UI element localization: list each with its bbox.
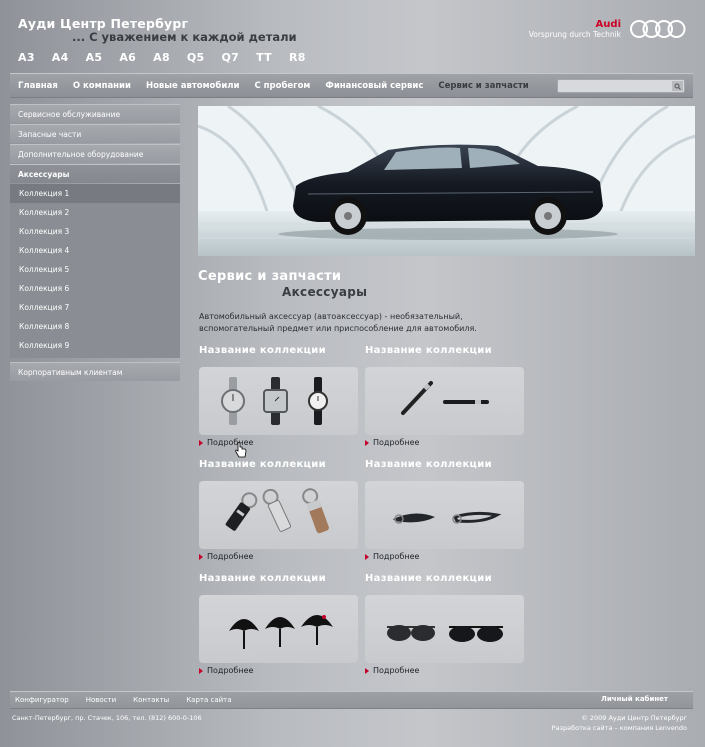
developer-credit[interactable]: Разработка сайта – компания Lenvendo — [552, 723, 687, 733]
lanyards-image — [393, 511, 502, 524]
footer-link-configurator[interactable]: Конфигуратор — [15, 696, 69, 704]
more-link-label: Подробнее — [373, 438, 420, 447]
personal-cabinet-link[interactable]: Личный кабинет — [601, 695, 668, 703]
model-link-r8[interactable]: R8 — [289, 51, 306, 64]
sidebar-item-label: Сервисное обслуживание — [18, 109, 121, 119]
nav-new-cars[interactable]: Новые автомобили — [146, 81, 239, 91]
more-link-label: Подробнее — [207, 552, 254, 561]
collection-card-sunglasses[interactable] — [365, 595, 524, 663]
more-link[interactable]: Подробнее — [365, 666, 419, 675]
footer-address: Санкт-Петербург, пр. Стачек, 106, тел. (… — [12, 714, 202, 722]
more-link[interactable]: Подробнее — [365, 552, 419, 561]
nav-service-parts[interactable]: Сервис и запчасти — [438, 81, 528, 91]
sidebar-subitem-collection-5[interactable]: Коллекция 5 — [10, 260, 180, 279]
sidebar-submenu: Коллекция 1 Коллекция 2 Коллекция 3 Колл… — [10, 184, 180, 358]
collection-title[interactable]: Название коллекции — [365, 573, 492, 584]
hero-banner — [198, 106, 695, 256]
footer-link-contacts[interactable]: Контакты — [133, 696, 169, 704]
sidebar-subitem-collection-2[interactable]: Коллекция 2 — [10, 203, 180, 222]
collection-card-lanyards[interactable] — [365, 481, 524, 549]
sidebar-item-accessories[interactable]: Аксессуары — [10, 164, 180, 183]
arrow-icon — [365, 667, 369, 674]
collection-card-umbrellas[interactable] — [199, 595, 358, 663]
page-title: Сервис и запчасти — [198, 269, 342, 284]
sidebar-subitem-collection-8[interactable]: Коллекция 8 — [10, 317, 180, 336]
watches-image — [221, 377, 328, 425]
sidebar-subitem-collection-7[interactable]: Коллекция 7 — [10, 298, 180, 317]
keychains-image — [225, 488, 329, 534]
sidebar-subitem-collection-3[interactable]: Коллекция 3 — [10, 222, 180, 241]
model-link-a8[interactable]: A8 — [153, 51, 170, 64]
brand-motto: Vorsprung durch Technik — [528, 30, 621, 39]
sidebar-item-label: Запасные части — [18, 129, 82, 139]
footer-navigation: Конфигуратор Новости Контакты Карта сайт… — [10, 691, 693, 709]
sunglasses-image — [387, 625, 503, 642]
collection-title[interactable]: Название коллекции — [365, 345, 492, 356]
collection-card-pens[interactable] — [365, 367, 524, 435]
search-button[interactable] — [672, 81, 683, 91]
more-link-label: Подробнее — [373, 666, 420, 675]
collection-card-keychains[interactable] — [199, 481, 358, 549]
nav-about[interactable]: О компании — [73, 81, 131, 91]
sidebar-item-corporate[interactable]: Корпоративным клиентам — [10, 362, 180, 381]
arrow-icon — [199, 667, 203, 674]
sidebar-item-service[interactable]: Сервисное обслуживание — [10, 104, 180, 123]
site-title[interactable]: Ауди Центр Петербург — [18, 16, 188, 31]
umbrellas-image — [229, 615, 333, 649]
collection-title[interactable]: Название коллекции — [199, 459, 326, 470]
footer-link-news[interactable]: Новости — [86, 696, 116, 704]
collection-title[interactable]: Название коллекции — [199, 573, 326, 584]
search-input[interactable] — [558, 86, 668, 99]
footer-link-sitemap[interactable]: Карта сайта — [186, 696, 231, 704]
sidebar-subitem-collection-6[interactable]: Коллекция 6 — [10, 279, 180, 298]
sidebar-subitem-collection-9[interactable]: Коллекция 9 — [10, 336, 180, 355]
sidebar-item-equipment[interactable]: Дополнительное оборудование — [10, 144, 180, 163]
model-link-q7[interactable]: Q7 — [222, 51, 240, 64]
model-link-a5[interactable]: A5 — [86, 51, 103, 64]
arrow-icon — [365, 553, 369, 560]
model-link-q5[interactable]: Q5 — [187, 51, 205, 64]
search-box — [557, 79, 685, 99]
pens-image — [401, 381, 489, 415]
audi-logo[interactable]: Audi Vorsprung durch Technik — [517, 17, 687, 47]
audi-rings-icon — [630, 20, 686, 38]
sidebar-item-label: Аксессуары — [18, 169, 70, 179]
more-link[interactable]: Подробнее — [199, 552, 253, 561]
more-link[interactable]: Подробнее — [365, 438, 419, 447]
model-link-a6[interactable]: A6 — [119, 51, 136, 64]
model-link-a3[interactable]: A3 — [18, 51, 35, 64]
arrow-icon — [199, 553, 203, 560]
sidebar-subitem-collection-4[interactable]: Коллекция 4 — [10, 241, 180, 260]
model-link-a4[interactable]: A4 — [52, 51, 69, 64]
arrow-icon — [199, 439, 203, 446]
collection-title[interactable]: Название коллекции — [199, 345, 326, 356]
main-navigation: Главная О компании Новые автомобили С пр… — [10, 73, 693, 99]
magnifier-icon — [674, 83, 681, 90]
car-photo — [198, 106, 695, 256]
nav-finance[interactable]: Финансовый сервис — [325, 81, 423, 91]
sidebar-item-label: Корпоративным клиентам — [18, 367, 123, 377]
sidebar-subitem-collection-1[interactable]: Коллекция 1 — [10, 184, 180, 203]
intro-text: Автомобильный аксессуар (автоаксессуар) … — [199, 312, 477, 333]
nav-used-cars[interactable]: С пробегом — [254, 81, 310, 91]
brand-name: Audi — [595, 19, 621, 30]
sidebar-item-parts[interactable]: Запасные части — [10, 124, 180, 143]
copyright-text: © 2009 Ауди Центр Петербург — [581, 714, 687, 722]
site-slogan: ... С уважением к каждой детали — [72, 30, 297, 44]
footer-copyright: © 2009 Ауди Центр Петербург Разработка с… — [552, 713, 687, 733]
more-link-label: Подробнее — [373, 552, 420, 561]
hand-cursor-icon — [235, 442, 247, 458]
page-subtitle: Аксессуары — [282, 285, 368, 299]
collection-card-watches[interactable] — [199, 367, 358, 435]
nav-home[interactable]: Главная — [18, 81, 58, 91]
collection-title[interactable]: Название коллекции — [365, 459, 492, 470]
sidebar: Сервисное обслуживание Запасные части До… — [10, 104, 180, 382]
more-link-label: Подробнее — [207, 666, 254, 675]
sidebar-item-label: Дополнительное оборудование — [18, 149, 144, 159]
arrow-icon — [365, 439, 369, 446]
more-link[interactable]: Подробнее — [199, 666, 253, 675]
model-menu: A3 A4 A5 A6 A8 Q5 Q7 TT R8 — [18, 51, 323, 64]
model-link-tt[interactable]: TT — [256, 51, 272, 64]
